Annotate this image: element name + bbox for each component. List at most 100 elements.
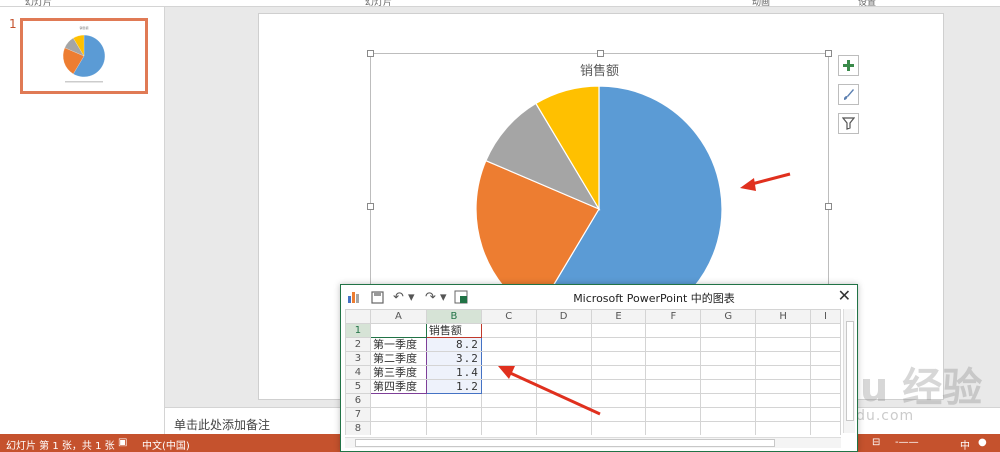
- cell[interactable]: [645, 365, 702, 380]
- column-header[interactable]: A: [369, 309, 427, 324]
- cell[interactable]: [535, 323, 592, 338]
- cell[interactable]: [810, 337, 841, 352]
- cell-a1[interactable]: [369, 323, 427, 338]
- cell[interactable]: [480, 421, 537, 435]
- row-header[interactable]: 7: [345, 407, 371, 422]
- horizontal-scrollbar[interactable]: [345, 437, 841, 448]
- column-header[interactable]: D: [535, 309, 592, 324]
- cell[interactable]: [810, 393, 841, 408]
- cell[interactable]: [700, 323, 757, 338]
- cell-value[interactable]: 1.4: [425, 365, 482, 380]
- column-header[interactable]: C: [480, 309, 537, 324]
- cell[interactable]: [700, 379, 757, 394]
- cell[interactable]: [645, 351, 702, 366]
- row-header[interactable]: 6: [345, 393, 371, 408]
- cell[interactable]: [535, 379, 592, 394]
- cell[interactable]: [810, 379, 841, 394]
- cell[interactable]: [480, 323, 537, 338]
- cell[interactable]: [590, 337, 647, 352]
- cell[interactable]: [590, 365, 647, 380]
- cell[interactable]: [645, 337, 702, 352]
- slide-thumbnail[interactable]: 销售额: [20, 18, 148, 94]
- row-header[interactable]: 1: [345, 323, 371, 338]
- spreadsheet-grid[interactable]: A B C D E F G H I 1 销售额 2 第一季度 8.2 3 第二季…: [345, 309, 841, 435]
- cell[interactable]: [480, 365, 537, 380]
- resize-handle-n[interactable]: [597, 50, 604, 57]
- column-header[interactable]: G: [700, 309, 757, 324]
- cell[interactable]: [535, 337, 592, 352]
- cell[interactable]: [535, 393, 592, 408]
- zoom-slider[interactable]: -——: [895, 437, 919, 448]
- column-header[interactable]: F: [645, 309, 702, 324]
- cell[interactable]: [810, 365, 841, 380]
- cell[interactable]: [645, 379, 702, 394]
- column-header[interactable]: B: [425, 309, 482, 324]
- cell[interactable]: [755, 407, 812, 422]
- language-status[interactable]: 中文(中国): [142, 437, 190, 452]
- notes-toggle-icon[interactable]: ⊟: [872, 437, 880, 448]
- notes-placeholder[interactable]: 单击此处添加备注: [174, 416, 270, 433]
- ime-indicator[interactable]: 中: [960, 437, 970, 452]
- chart-title[interactable]: 销售额: [371, 60, 828, 79]
- cell[interactable]: [480, 407, 537, 422]
- cell[interactable]: [369, 421, 427, 435]
- cell[interactable]: [480, 393, 537, 408]
- cell[interactable]: [480, 337, 537, 352]
- cell[interactable]: [590, 351, 647, 366]
- resize-handle-ne[interactable]: [825, 50, 832, 57]
- close-icon[interactable]: ✕: [838, 287, 851, 305]
- column-header[interactable]: I: [810, 309, 841, 324]
- cell[interactable]: [535, 407, 592, 422]
- cell[interactable]: [755, 365, 812, 380]
- scroll-thumb[interactable]: [355, 439, 775, 447]
- cell[interactable]: [425, 421, 482, 435]
- cell[interactable]: [535, 365, 592, 380]
- cell[interactable]: [810, 351, 841, 366]
- cell[interactable]: [700, 393, 757, 408]
- cell[interactable]: [590, 407, 647, 422]
- microphone-icon[interactable]: ●: [978, 437, 987, 448]
- cell[interactable]: [700, 421, 757, 435]
- resize-handle-w[interactable]: [367, 203, 374, 210]
- chart-frame[interactable]: 销售额: [367, 50, 832, 313]
- cell[interactable]: [755, 323, 812, 338]
- cell[interactable]: [480, 351, 537, 366]
- cell[interactable]: [645, 393, 702, 408]
- row-header[interactable]: 2: [345, 337, 371, 352]
- cell-category[interactable]: 第二季度: [369, 351, 427, 366]
- cell[interactable]: [755, 351, 812, 366]
- cell[interactable]: [755, 421, 812, 435]
- vertical-scrollbar[interactable]: [843, 309, 855, 433]
- cell[interactable]: [369, 407, 427, 422]
- cell-value[interactable]: 1.2: [425, 379, 482, 394]
- cell[interactable]: [755, 379, 812, 394]
- cell[interactable]: [480, 379, 537, 394]
- cell[interactable]: [535, 421, 592, 435]
- cell[interactable]: [645, 421, 702, 435]
- cell[interactable]: [425, 393, 482, 408]
- cell-value[interactable]: 8.2: [425, 337, 482, 352]
- cell[interactable]: [700, 337, 757, 352]
- cell[interactable]: [645, 323, 702, 338]
- cell[interactable]: [535, 351, 592, 366]
- cell[interactable]: [810, 323, 841, 338]
- row-header[interactable]: 4: [345, 365, 371, 380]
- cell-category[interactable]: 第一季度: [369, 337, 427, 352]
- cell[interactable]: [590, 421, 647, 435]
- cell[interactable]: [700, 365, 757, 380]
- cell-b1[interactable]: 销售额: [425, 323, 482, 338]
- cell-value[interactable]: 3.2: [425, 351, 482, 366]
- chart-elements-button[interactable]: [838, 55, 859, 76]
- row-header[interactable]: 3: [345, 351, 371, 366]
- row-header[interactable]: 5: [345, 379, 371, 394]
- spellcheck-icon[interactable]: ▣: [118, 437, 127, 448]
- column-header[interactable]: H: [755, 309, 812, 324]
- chart-styles-button[interactable]: [838, 84, 859, 105]
- cell[interactable]: [590, 323, 647, 338]
- cell[interactable]: [755, 393, 812, 408]
- cell[interactable]: [700, 351, 757, 366]
- chart-filters-button[interactable]: [838, 113, 859, 134]
- cell[interactable]: [590, 393, 647, 408]
- data-window-titlebar[interactable]: ↶ ▾ ↷ ▾ Microsoft PowerPoint 中的图表 ✕: [341, 285, 857, 309]
- row-header[interactable]: 8: [345, 421, 371, 435]
